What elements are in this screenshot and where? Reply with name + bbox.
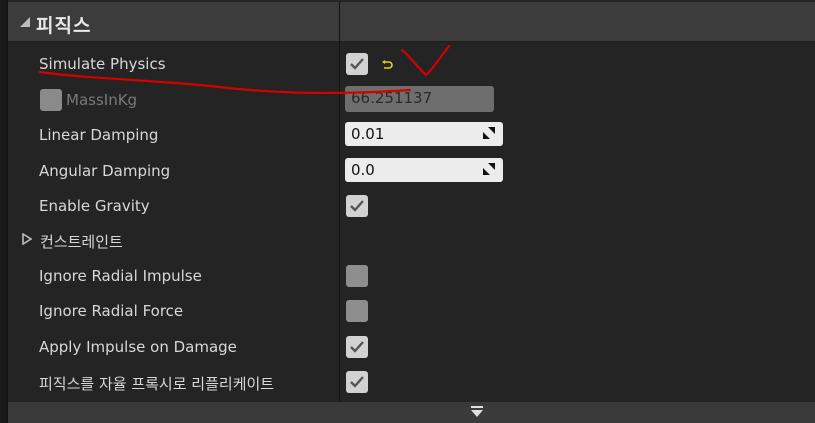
drag-resize-icon[interactable] [483, 127, 495, 139]
row-ignore-radial-force: Ignore Radial Force [8, 293, 815, 328]
simulate-physics-checkbox[interactable] [346, 53, 368, 75]
ignore-radial-impulse-label: Ignore Radial Impulse [39, 267, 202, 285]
linear-damping-value: 0.01 [351, 125, 385, 143]
advanced-expander-bar[interactable] [8, 402, 815, 423]
enable-gravity-label: Enable Gravity [39, 197, 150, 215]
linear-damping-label: Linear Damping [39, 126, 159, 144]
row-constraints[interactable]: 컨스트레인트 [8, 222, 815, 257]
ignore-radial-force-checkbox[interactable] [346, 300, 368, 322]
row-apply-impulse-on-damage: Apply Impulse on Damage [8, 329, 815, 364]
mass-in-kg-label: MassInKg [66, 91, 138, 109]
section-title: 피직스 [36, 15, 92, 37]
row-ignore-radial-impulse: Ignore Radial Impulse [8, 258, 815, 293]
expand-triangle-icon[interactable] [22, 233, 32, 245]
row-replicate-physics: 피직스를 자율 프록시로 리플리케이트 [8, 364, 815, 399]
ignore-radial-impulse-checkbox[interactable] [346, 265, 368, 287]
reset-to-default-icon[interactable] [381, 59, 393, 71]
row-enable-gravity: Enable Gravity [8, 188, 815, 223]
expand-arrow-icon[interactable] [470, 406, 484, 418]
apply-impulse-on-damage-label: Apply Impulse on Damage [39, 338, 237, 356]
replicate-physics-label: 피직스를 자율 프록시로 리플리케이트 [39, 375, 275, 393]
ignore-radial-force-label: Ignore Radial Force [39, 302, 184, 320]
drag-resize-icon[interactable] [483, 163, 495, 175]
angular-damping-label: Angular Damping [39, 162, 171, 180]
mass-in-kg-override-checkbox[interactable] [40, 89, 62, 111]
collapse-triangle-icon[interactable] [18, 15, 32, 29]
constraints-label: 컨스트레인트 [40, 233, 123, 251]
angular-damping-value: 0.0 [351, 161, 375, 179]
apply-impulse-on-damage-checkbox[interactable] [346, 336, 368, 358]
linear-damping-field[interactable]: 0.01 [345, 122, 503, 146]
angular-damping-field[interactable]: 0.0 [345, 158, 503, 182]
replicate-physics-checkbox[interactable] [346, 371, 368, 393]
simulate-physics-label: Simulate Physics [39, 55, 166, 73]
section-header-physics[interactable]: 피직스 [8, 2, 815, 42]
row-simulate-physics: Simulate Physics [8, 46, 815, 81]
enable-gravity-checkbox[interactable] [346, 195, 368, 217]
mass-in-kg-field: 66.251137 [345, 86, 494, 112]
